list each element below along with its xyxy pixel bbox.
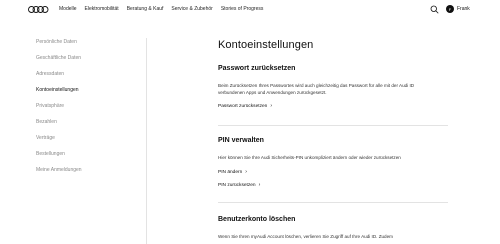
- nav-item-stories-of-progress[interactable]: Stories of Progress: [221, 6, 264, 12]
- nav-item-modelle[interactable]: Modelle: [59, 6, 77, 12]
- top-navigation-bar: Modelle Elektromobilität Beratung & Kauf…: [0, 0, 500, 20]
- audi-logo[interactable]: [28, 5, 49, 14]
- nav-item-service-zubehoer[interactable]: Service & Zubehör: [171, 6, 212, 12]
- pin-section-text: Hier können Sie Ihre Audi Sicherheits-PI…: [218, 155, 401, 160]
- chevron-right-icon: ›: [245, 169, 247, 175]
- reset-pin-label: PIN zurücksetzen: [218, 182, 256, 188]
- password-section-text: Beim Zurücksetzen Ihres Passwortes wird …: [218, 83, 415, 95]
- chevron-right-icon: ›: [258, 182, 261, 188]
- reset-password-label: Passwort zurücksetzen: [218, 103, 268, 109]
- page-title: Kontoeinstellungen: [218, 39, 314, 51]
- search-icon[interactable]: [430, 5, 439, 14]
- sidebar-item-vertraege[interactable]: Verträge: [36, 134, 82, 150]
- password-section-heading: Passwort zurücksetzen: [218, 65, 296, 72]
- user-menu[interactable]: F Frank: [446, 5, 470, 13]
- main-content: Kontoeinstellungen Passwort zurücksetzen…: [218, 39, 448, 239]
- avatar: F: [446, 5, 454, 13]
- reset-pin-link[interactable]: PIN zurücksetzen ›: [218, 182, 260, 188]
- sidebar-item-privatsphaere[interactable]: Privatsphäre: [36, 102, 82, 118]
- section-divider: [218, 125, 448, 126]
- nav-item-beratung-kauf[interactable]: Beratung & Kauf: [127, 6, 164, 12]
- delete-account-text: Wenn Sie Ihren myAudi Account löschen, v…: [218, 234, 393, 239]
- main-nav: Modelle Elektromobilität Beratung & Kauf…: [59, 6, 263, 12]
- delete-account-heading: Benutzerkonto löschen: [218, 216, 296, 223]
- pin-section-heading: PIN verwalten: [218, 137, 264, 144]
- change-pin-link[interactable]: PIN ändern ›: [218, 169, 247, 175]
- sidebar-item-kontoeinstellungen[interactable]: Kontoeinstellungen: [36, 86, 82, 102]
- change-pin-label: PIN ändern: [218, 169, 243, 175]
- sidebar-item-meine-anmeldungen[interactable]: Meine Anmeldungen: [36, 166, 82, 182]
- reset-password-link[interactable]: Passwort zurücksetzen ›: [218, 103, 272, 109]
- sidebar-item-adressdaten[interactable]: Adressdaten: [36, 70, 82, 86]
- sidebar-item-bezahlen[interactable]: Bezahlen: [36, 118, 82, 134]
- sidebar-item-persoenliche-daten[interactable]: Persönliche Daten: [36, 38, 82, 54]
- account-sidebar: Persönliche Daten Geschäftliche Daten Ad…: [36, 38, 82, 182]
- nav-item-elektromobilitaet[interactable]: Elektromobilität: [85, 6, 119, 12]
- user-name: Frank: [457, 6, 470, 12]
- sidebar-divider: [146, 38, 147, 244]
- sidebar-item-geschaeftliche-daten[interactable]: Geschäftliche Daten: [36, 54, 82, 70]
- section-divider: [218, 202, 448, 203]
- chevron-right-icon: ›: [270, 103, 272, 109]
- sidebar-item-bestellungen[interactable]: Bestellungen: [36, 150, 82, 166]
